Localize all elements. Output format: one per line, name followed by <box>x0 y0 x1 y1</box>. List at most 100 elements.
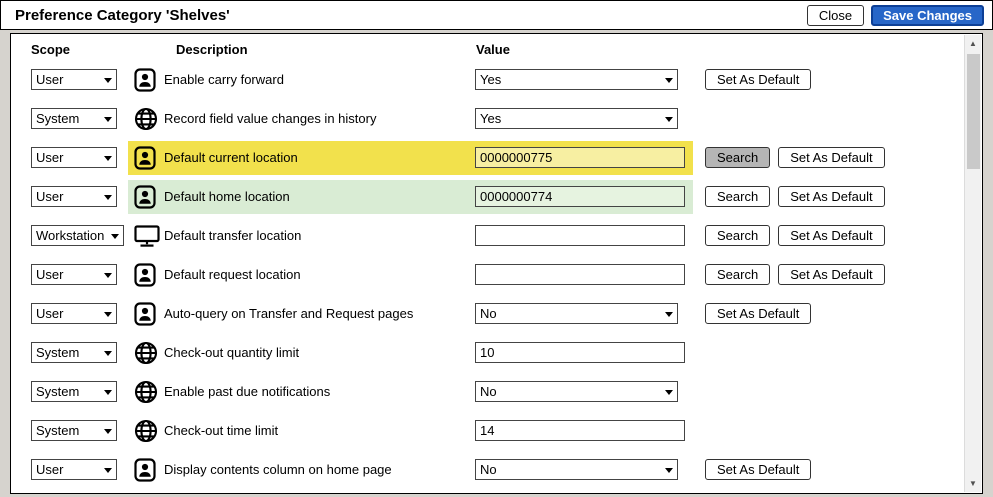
row-highlight-band: Default current location <box>128 141 693 175</box>
scroll-down-arrow-icon[interactable]: ▼ <box>965 475 981 492</box>
value-cell <box>475 264 685 285</box>
page-title: Preference Category 'Shelves' <box>15 7 800 24</box>
row-highlight-band: Enable carry forward Yes <box>128 63 693 97</box>
globe-icon <box>134 341 164 365</box>
scope-select[interactable]: User <box>31 264 117 285</box>
row-actions: Search Set As Default <box>705 264 885 285</box>
search-button[interactable]: Search <box>705 225 770 246</box>
row-highlight-band: Display contents column on home page No <box>128 453 693 487</box>
preference-row: User Auto-query on Transfer and Request … <box>31 294 958 333</box>
preference-description: Record field value changes in history <box>164 111 475 126</box>
row-actions: Search Set As Default <box>705 225 885 246</box>
user-badge-icon <box>134 263 164 287</box>
globe-icon <box>134 419 164 443</box>
scope-cell: User <box>31 69 128 90</box>
user-badge-icon <box>134 302 164 326</box>
value-select[interactable]: No <box>475 303 678 324</box>
value-cell: Yes <box>475 69 678 90</box>
search-button[interactable]: Search <box>705 147 770 168</box>
value-input[interactable] <box>475 420 685 441</box>
value-select[interactable]: No <box>475 381 678 402</box>
value-cell <box>475 342 685 363</box>
column-headers: Scope Description Value <box>31 40 958 58</box>
save-changes-button[interactable]: Save Changes <box>871 5 984 26</box>
dialog-titlebar: Preference Category 'Shelves' Close Save… <box>0 0 993 30</box>
set-as-default-button[interactable]: Set As Default <box>778 225 884 246</box>
preference-description: Default request location <box>164 267 475 282</box>
value-cell <box>475 225 685 246</box>
preference-description: Enable carry forward <box>164 72 475 87</box>
scope-select[interactable]: User <box>31 303 117 324</box>
preference-row: Workstation Default transfer location Se… <box>31 216 958 255</box>
user-badge-icon <box>134 68 164 92</box>
scope-select[interactable]: Workstation <box>31 225 124 246</box>
value-select[interactable]: Yes <box>475 69 678 90</box>
description-column-header: Description <box>176 42 476 57</box>
value-select[interactable]: Yes <box>475 108 678 129</box>
value-select[interactable]: No <box>475 459 678 480</box>
search-button[interactable]: Search <box>705 186 770 207</box>
scope-column-header: Scope <box>31 42 176 57</box>
set-as-default-button[interactable]: Set As Default <box>705 303 811 324</box>
row-highlight-band: Auto-query on Transfer and Request pages… <box>128 297 693 331</box>
scope-select[interactable]: System <box>31 108 117 129</box>
monitor-icon <box>134 224 164 248</box>
scope-select[interactable]: User <box>31 459 117 480</box>
scope-cell: User <box>31 264 128 285</box>
row-actions: Set As Default <box>705 459 811 480</box>
row-highlight-band: Check-out time limit <box>128 414 693 448</box>
set-as-default-button[interactable]: Set As Default <box>705 459 811 480</box>
user-badge-icon <box>134 458 164 482</box>
scope-cell: System <box>31 381 128 402</box>
scope-select[interactable]: User <box>31 186 117 207</box>
scope-cell: System <box>31 342 128 363</box>
preference-row: System Enable past due notifications No <box>31 372 958 411</box>
scope-cell: System <box>31 108 128 129</box>
row-highlight-band: Record field value changes in history Ye… <box>128 102 693 136</box>
row-highlight-band: Default request location <box>128 258 693 292</box>
scope-select[interactable]: System <box>31 381 117 402</box>
preference-description: Default home location <box>164 189 475 204</box>
scroll-up-arrow-icon[interactable]: ▲ <box>965 35 981 52</box>
value-cell: Yes <box>475 108 678 129</box>
preference-description: Auto-query on Transfer and Request pages <box>164 306 475 321</box>
value-input[interactable] <box>475 342 685 363</box>
value-input[interactable] <box>475 225 685 246</box>
row-highlight-band: Check-out quantity limit <box>128 336 693 370</box>
preference-row: User Default request location Search Set … <box>31 255 958 294</box>
value-input[interactable] <box>475 147 685 168</box>
globe-icon <box>134 107 164 131</box>
value-cell: No <box>475 381 678 402</box>
value-cell: No <box>475 459 678 480</box>
value-input[interactable] <box>475 186 685 207</box>
row-actions: Set As Default <box>705 303 811 324</box>
scope-cell: System <box>31 420 128 441</box>
set-as-default-button[interactable]: Set As Default <box>778 186 884 207</box>
scope-cell: User <box>31 459 128 480</box>
user-badge-icon <box>134 146 164 170</box>
preference-row: System Check-out quantity limit <box>31 333 958 372</box>
scope-select[interactable]: System <box>31 420 117 441</box>
close-button[interactable]: Close <box>807 5 864 26</box>
scope-cell: Workstation <box>31 225 128 246</box>
preference-description: Default transfer location <box>164 228 475 243</box>
scope-select[interactable]: User <box>31 147 117 168</box>
vertical-scrollbar[interactable]: ▲ ▼ <box>964 35 981 492</box>
value-cell <box>475 420 685 441</box>
search-button[interactable]: Search <box>705 264 770 285</box>
value-input[interactable] <box>475 264 685 285</box>
value-column-header: Value <box>476 42 510 57</box>
value-cell <box>475 186 685 207</box>
set-as-default-button[interactable]: Set As Default <box>778 147 884 168</box>
scope-select[interactable]: User <box>31 69 117 90</box>
preference-rows: User Enable carry forward Yes Set As Def… <box>31 60 958 489</box>
value-cell <box>475 147 685 168</box>
scope-cell: User <box>31 303 128 324</box>
scrollbar-thumb[interactable] <box>967 54 980 169</box>
preference-row: User Default current location Search Set … <box>31 138 958 177</box>
preference-row: System Check-out time limit <box>31 411 958 450</box>
preference-description: Display contents column on home page <box>164 462 475 477</box>
scope-select[interactable]: System <box>31 342 117 363</box>
set-as-default-button[interactable]: Set As Default <box>705 69 811 90</box>
set-as-default-button[interactable]: Set As Default <box>778 264 884 285</box>
